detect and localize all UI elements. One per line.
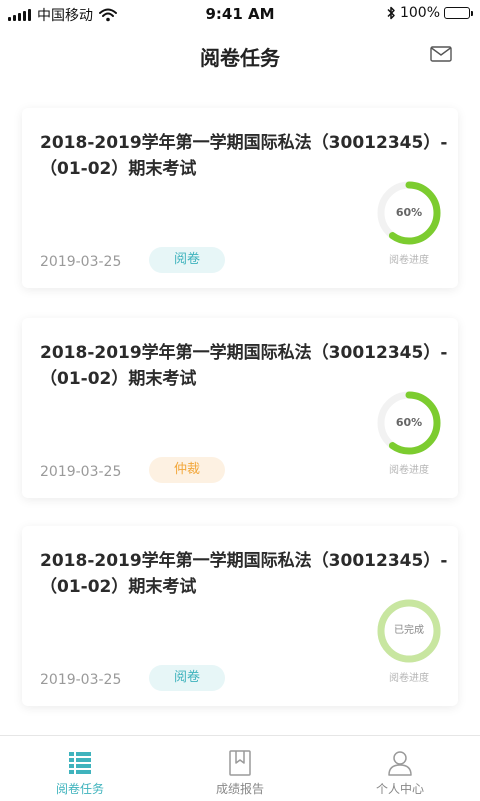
mail-icon[interactable]	[430, 46, 452, 62]
task-card[interactable]: 2018-2019学年第一学期国际私法（30012345）-（01-02）期末考…	[22, 526, 458, 706]
tab-label: 个人中心	[375, 782, 424, 796]
page-title: 阅卷任务	[200, 46, 280, 70]
bookmark-icon	[229, 750, 251, 776]
task-date: 2019-03-25	[40, 254, 122, 270]
task-title: 2018-2019学年第一学期国际私法（30012345）-（01-02）期末考…	[40, 343, 448, 389]
task-title: 2018-2019学年第一学期国际私法（30012345）-（01-02）期末考…	[40, 551, 448, 597]
progress-value: 60%	[395, 416, 423, 429]
progress-ring: 60%	[374, 178, 444, 248]
task-date: 2019-03-25	[40, 672, 122, 688]
tab-bar: 阅卷任务 成绩报告 个人中心	[0, 735, 480, 801]
tab-label: 阅卷任务	[55, 782, 104, 796]
progress-value: 已完成	[394, 625, 424, 636]
task-type-badge: 仲裁	[149, 457, 225, 483]
battery-percent: 100%	[399, 5, 440, 21]
task-list-icon	[69, 752, 91, 774]
nav-bar: 阅卷任务	[0, 28, 480, 84]
progress-value: 60%	[395, 206, 423, 219]
user-icon	[388, 751, 412, 776]
task-type-badge: 阅卷	[149, 247, 225, 273]
bluetooth-icon	[387, 6, 395, 20]
progress-label: 阅卷进度	[389, 465, 429, 476]
progress-label: 阅卷进度	[389, 255, 429, 266]
tab-grading-tasks[interactable]: 阅卷任务	[0, 736, 160, 801]
tab-score-report[interactable]: 成绩报告	[160, 736, 320, 801]
progress-ring: 60%	[374, 388, 444, 458]
tab-personal-center[interactable]: 个人中心	[320, 736, 480, 801]
battery-icon	[444, 7, 473, 19]
task-card[interactable]: 2018-2019学年第一学期国际私法（30012345）-（01-02）期末考…	[22, 318, 458, 498]
task-type-badge: 阅卷	[149, 665, 225, 691]
task-date: 2019-03-25	[40, 464, 122, 480]
status-bar: 中国移动 9:41 AM 100%	[0, 0, 480, 28]
progress-ring: 已完成	[374, 596, 444, 666]
tab-label: 成绩报告	[215, 782, 264, 796]
battery-info: 100%	[386, 5, 473, 21]
progress-label: 阅卷进度	[389, 673, 429, 684]
task-card[interactable]: 2018-2019学年第一学期国际私法（30012345）-（01-02）期末考…	[22, 108, 458, 288]
task-title: 2018-2019学年第一学期国际私法（30012345）-（01-02）期末考…	[40, 133, 448, 179]
